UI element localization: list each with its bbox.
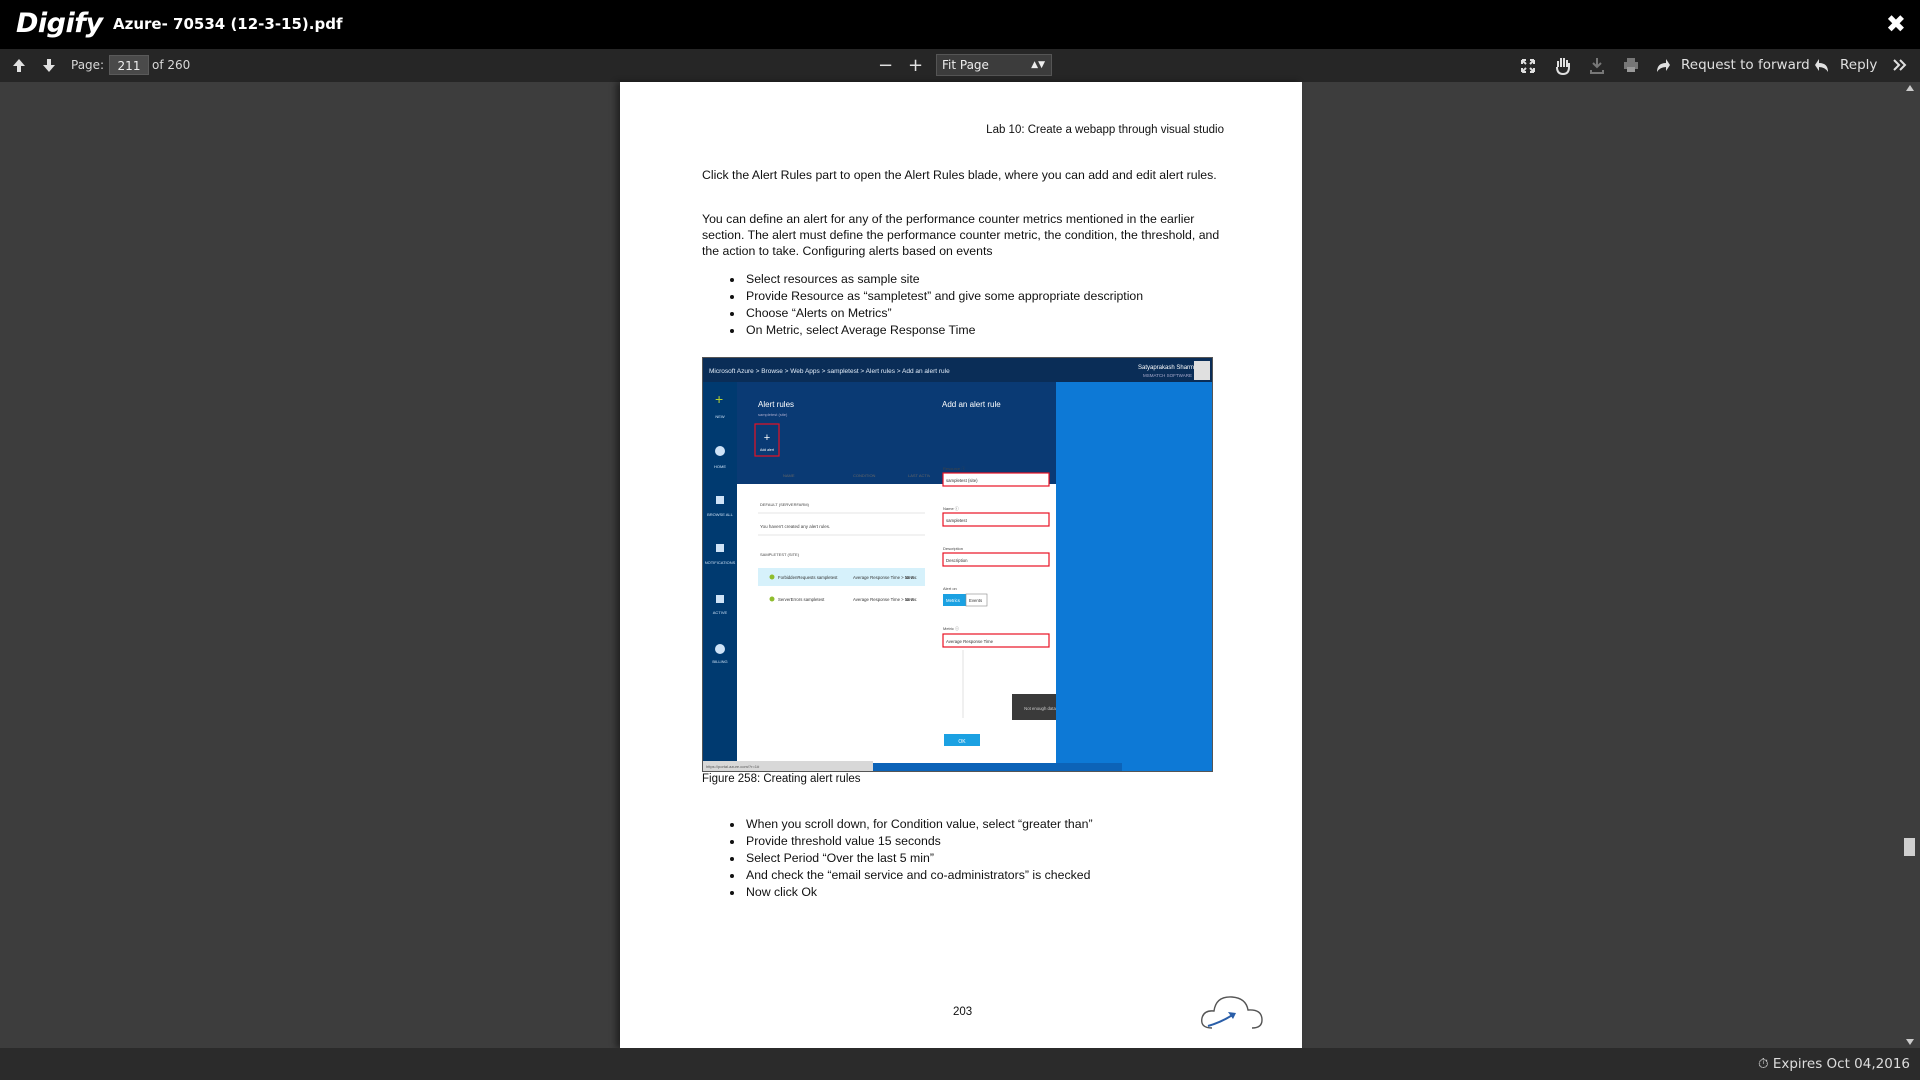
reply-button[interactable]: Reply — [1840, 49, 1877, 82]
svg-text:sampletest: sampletest — [946, 518, 968, 523]
list-item: Now click Ok — [744, 884, 1093, 901]
scrollbar-thumb[interactable] — [1904, 838, 1915, 856]
svg-text:Add an alert rule: Add an alert rule — [942, 400, 1001, 409]
close-icon[interactable]: ✖ — [1886, 10, 1906, 38]
zoom-select-value: Fit Page — [942, 58, 989, 72]
digify-logo: Digify — [16, 8, 103, 39]
list-item: Select resources as sample site — [744, 271, 1143, 288]
svg-text:Events: Events — [969, 598, 982, 603]
pdf-page: Lab 10: Create a webapp through visual s… — [620, 82, 1302, 1048]
arrow-up-icon[interactable] — [12, 49, 26, 82]
svg-text:Resource ⓘ: Resource ⓘ — [943, 465, 965, 471]
svg-text:ForbiddenRequests sampletest: ForbiddenRequests sampletest — [778, 575, 838, 580]
svg-text:Average Response Time: Average Response Time — [946, 639, 994, 644]
svg-text:ServerErrors sampletest: ServerErrors sampletest — [778, 597, 825, 602]
page-header: Lab 10: Create a webapp through visual s… — [986, 124, 1224, 136]
zoom-select[interactable]: Fit Page ▲▼ — [936, 54, 1052, 76]
figure-user-sub: MSMATCH SOFTWARE — [1143, 373, 1192, 378]
cloud-logo-icon — [1201, 996, 1263, 1029]
svg-text:Metrics: Metrics — [946, 598, 960, 603]
request-forward-button[interactable]: Request to forward — [1681, 49, 1810, 82]
arrow-down-icon[interactable] — [42, 49, 56, 82]
clock-icon: ⏱ — [1757, 1056, 1769, 1072]
figure-user: Satyaprakash Sharma — [1138, 365, 1198, 371]
figure-caption: Figure 258: Creating alert rules — [702, 773, 861, 785]
title-bar: Digify Azure- 70534 (12-3-15).pdf ✖ — [0, 0, 1920, 49]
figure-breadcrumb: Microsoft Azure > Browse > Web Apps > sa… — [709, 368, 950, 375]
double-chevron-right-icon[interactable] — [1893, 49, 1907, 82]
svg-text:Name ⓘ: Name ⓘ — [943, 505, 959, 511]
vertical-scrollbar[interactable] — [1902, 82, 1920, 1048]
svg-text:NOTIFICATIONS: NOTIFICATIONS — [705, 560, 736, 565]
svg-text:sampletest (site): sampletest (site) — [758, 412, 788, 417]
svg-text:You haven't created any alert: You haven't created any alert rules. — [760, 524, 830, 529]
svg-text:https://portal.azure.com/?r=1#: https://portal.azure.com/?r=1# — [706, 764, 760, 769]
svg-text:BROWSE ALL: BROWSE ALL — [707, 512, 734, 517]
expiry-notice: ⏱ Expires Oct 04,2016 — [1758, 1056, 1910, 1072]
reply-icon[interactable] — [1814, 49, 1830, 82]
svg-text:Metric ⓘ: Metric ⓘ — [943, 625, 959, 631]
page-number: 203 — [953, 1006, 973, 1018]
svg-text:Add alert: Add alert — [760, 448, 774, 452]
svg-text:CONDITION: CONDITION — [853, 473, 876, 478]
svg-text:Description: Description — [946, 558, 968, 563]
page-total: of 260 — [152, 58, 191, 72]
fullscreen-icon[interactable] — [1521, 49, 1535, 82]
svg-text:Never: Never — [905, 575, 917, 580]
bullet-list-2: When you scroll down, for Condition valu… — [740, 816, 1093, 901]
expiry-text: Expires Oct 04,2016 — [1772, 1056, 1910, 1072]
print-icon[interactable] — [1623, 49, 1639, 82]
svg-text:DEFAULT (SERVERFARM): DEFAULT (SERVERFARM) — [760, 502, 810, 507]
list-item: Provide Resource as “sampletest” and giv… — [744, 288, 1143, 305]
list-item: Choose “Alerts on Metrics” — [744, 305, 1143, 322]
svg-text:SAMPLETEST (SITE): SAMPLETEST (SITE) — [760, 552, 800, 557]
document-viewer[interactable]: Lab 10: Create a webapp through visual s… — [0, 82, 1920, 1048]
list-item: Provide threshold value 15 seconds — [744, 833, 1093, 850]
page-label: Page: — [71, 58, 105, 72]
svg-text:Not enough data: Not enough data — [1024, 706, 1056, 711]
document-title: Azure- 70534 (12-3-15).pdf — [113, 15, 343, 33]
svg-text:+: + — [764, 432, 770, 444]
status-bar: ⏱ Expires Oct 04,2016 — [0, 1048, 1920, 1080]
svg-text:+: + — [715, 391, 723, 407]
viewer-toolbar: Page: 211 of 260 − + Fit Page ▲▼ Request… — [0, 49, 1920, 82]
svg-text:BILLING: BILLING — [712, 659, 727, 664]
list-item: And check the “email service and co-admi… — [744, 867, 1093, 884]
page-number-input[interactable]: 211 — [109, 55, 149, 75]
zoom-in-button[interactable]: + — [908, 49, 923, 82]
list-item: When you scroll down, for Condition valu… — [744, 816, 1093, 833]
svg-text:ACTIVE: ACTIVE — [713, 610, 728, 615]
paragraph-2: You can define an alert for any of the p… — [702, 212, 1220, 258]
scroll-down-icon[interactable] — [1905, 1038, 1915, 1046]
svg-text:OK: OK — [958, 739, 966, 745]
bullet-list-1: Select resources as sample site Provide … — [740, 271, 1143, 339]
svg-text:sampletest (site): sampletest (site) — [946, 478, 978, 483]
paragraph-1: Click the Alert Rules part to open the A… — [702, 168, 1217, 182]
svg-text:Description: Description — [943, 546, 963, 551]
svg-text:NEW: NEW — [715, 414, 725, 419]
figure-screenshot: Microsoft Azure > Browse > Web Apps > sa… — [702, 357, 1213, 772]
svg-text:Never: Never — [905, 597, 917, 602]
chevron-updown-icon: ▲▼ — [1031, 60, 1045, 70]
svg-text:HOME: HOME — [714, 464, 726, 469]
list-item: On Metric, select Average Response Time — [744, 322, 1143, 339]
svg-text:LAST ACTIVE: LAST ACTIVE — [908, 473, 934, 478]
scroll-up-icon[interactable] — [1905, 84, 1915, 92]
svg-text:NAME: NAME — [783, 473, 795, 478]
forward-icon[interactable] — [1655, 49, 1671, 82]
download-icon[interactable] — [1589, 49, 1605, 82]
list-item: Select Period “Over the last 5 min” — [744, 850, 1093, 867]
zoom-out-button[interactable]: − — [878, 49, 893, 82]
hand-tool-icon[interactable] — [1555, 49, 1571, 82]
svg-text:Alert on: Alert on — [943, 586, 957, 591]
svg-text:Alert rules: Alert rules — [758, 400, 794, 409]
